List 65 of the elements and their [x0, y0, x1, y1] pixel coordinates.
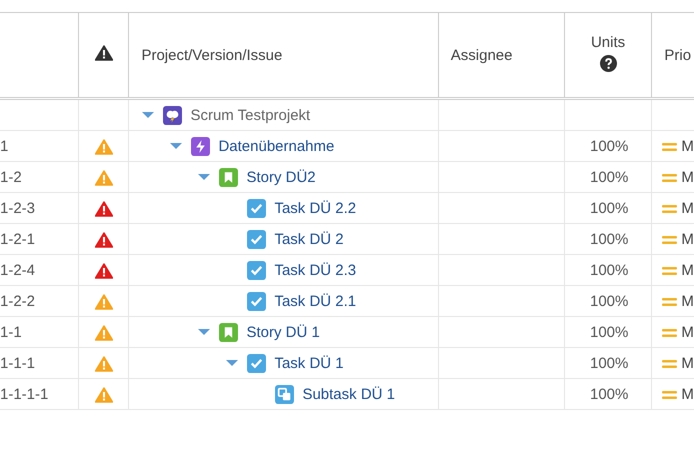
units-value: 100%	[590, 200, 628, 216]
row-number: 1-1-1-1	[0, 386, 48, 402]
task-icon	[247, 230, 266, 248]
priority-label: M	[681, 168, 694, 186]
row-number: 1-2-4	[0, 262, 36, 278]
caret-icon[interactable]	[198, 173, 210, 181]
task-icon	[247, 198, 266, 218]
priority-label: M	[681, 292, 694, 310]
medium-priority-icon	[662, 266, 678, 276]
medium-priority-icon	[662, 172, 678, 183]
medium-priority-icon	[662, 142, 678, 152]
medium-priority-icon	[662, 390, 678, 400]
column-header: Prio	[664, 46, 692, 64]
priority-label: M	[681, 262, 694, 278]
row-number: 1-1-1	[0, 354, 36, 372]
caret-icon[interactable]	[198, 328, 210, 336]
issue-link[interactable]: Story DÜ2	[246, 168, 316, 186]
medium-priority-icon	[662, 328, 678, 338]
task-icon	[247, 260, 266, 280]
warning-icon	[94, 45, 113, 61]
column-header: Units	[590, 34, 626, 51]
row-number: 1-2-1	[0, 230, 36, 248]
units-value: 100%	[590, 262, 628, 278]
issue-link[interactable]: Task DÜ 2.2	[274, 200, 356, 216]
column-header: Project/Version/Issue	[141, 46, 282, 64]
units-value: 100%	[590, 168, 628, 186]
units-value: 100%	[590, 386, 628, 402]
issue-link[interactable]: Subtask DÜ 1	[302, 386, 395, 402]
medium-priority-icon	[662, 358, 678, 369]
row-number: 1-2	[0, 168, 22, 186]
task-icon	[247, 354, 266, 372]
units-value: 100%	[590, 324, 628, 340]
column-header: Assignee	[450, 46, 512, 64]
units-value: 100%	[590, 292, 628, 310]
units-value: 100%	[590, 230, 628, 248]
story-icon	[219, 168, 238, 186]
caret-icon[interactable]	[142, 111, 154, 119]
units-value: 100%	[590, 354, 628, 372]
caret-icon[interactable]	[170, 142, 182, 150]
priority-label: M	[681, 354, 694, 372]
issue-link[interactable]: Task DÜ 1	[274, 354, 344, 372]
priority-label: M	[681, 324, 694, 340]
project-icon	[163, 106, 182, 124]
priority-label: M	[681, 200, 694, 216]
help-icon[interactable]	[600, 55, 617, 72]
subtask-icon	[275, 384, 294, 404]
row-number: 1-1	[0, 324, 22, 340]
medium-priority-icon	[662, 234, 678, 245]
issue-link[interactable]: Story DÜ 1	[246, 324, 320, 340]
row-number: 1	[0, 138, 8, 154]
epic-icon	[191, 136, 210, 156]
row-number: 1-2-3	[0, 200, 36, 216]
story-icon	[219, 322, 238, 342]
priority-label: M	[681, 386, 694, 402]
issue-link[interactable]: Task DÜ 2.1	[274, 292, 356, 310]
row-number: 1-2-2	[0, 292, 36, 310]
issue-link[interactable]: Task DÜ 2.3	[274, 262, 356, 278]
caret-icon[interactable]	[226, 359, 238, 367]
units-value: 100%	[590, 138, 628, 154]
medium-priority-icon	[662, 296, 678, 307]
task-icon	[247, 292, 266, 310]
issue-link[interactable]: Task DÜ 2	[274, 230, 344, 248]
medium-priority-icon	[662, 204, 678, 214]
priority-label: M	[681, 138, 694, 154]
priority-label: M	[681, 230, 694, 248]
